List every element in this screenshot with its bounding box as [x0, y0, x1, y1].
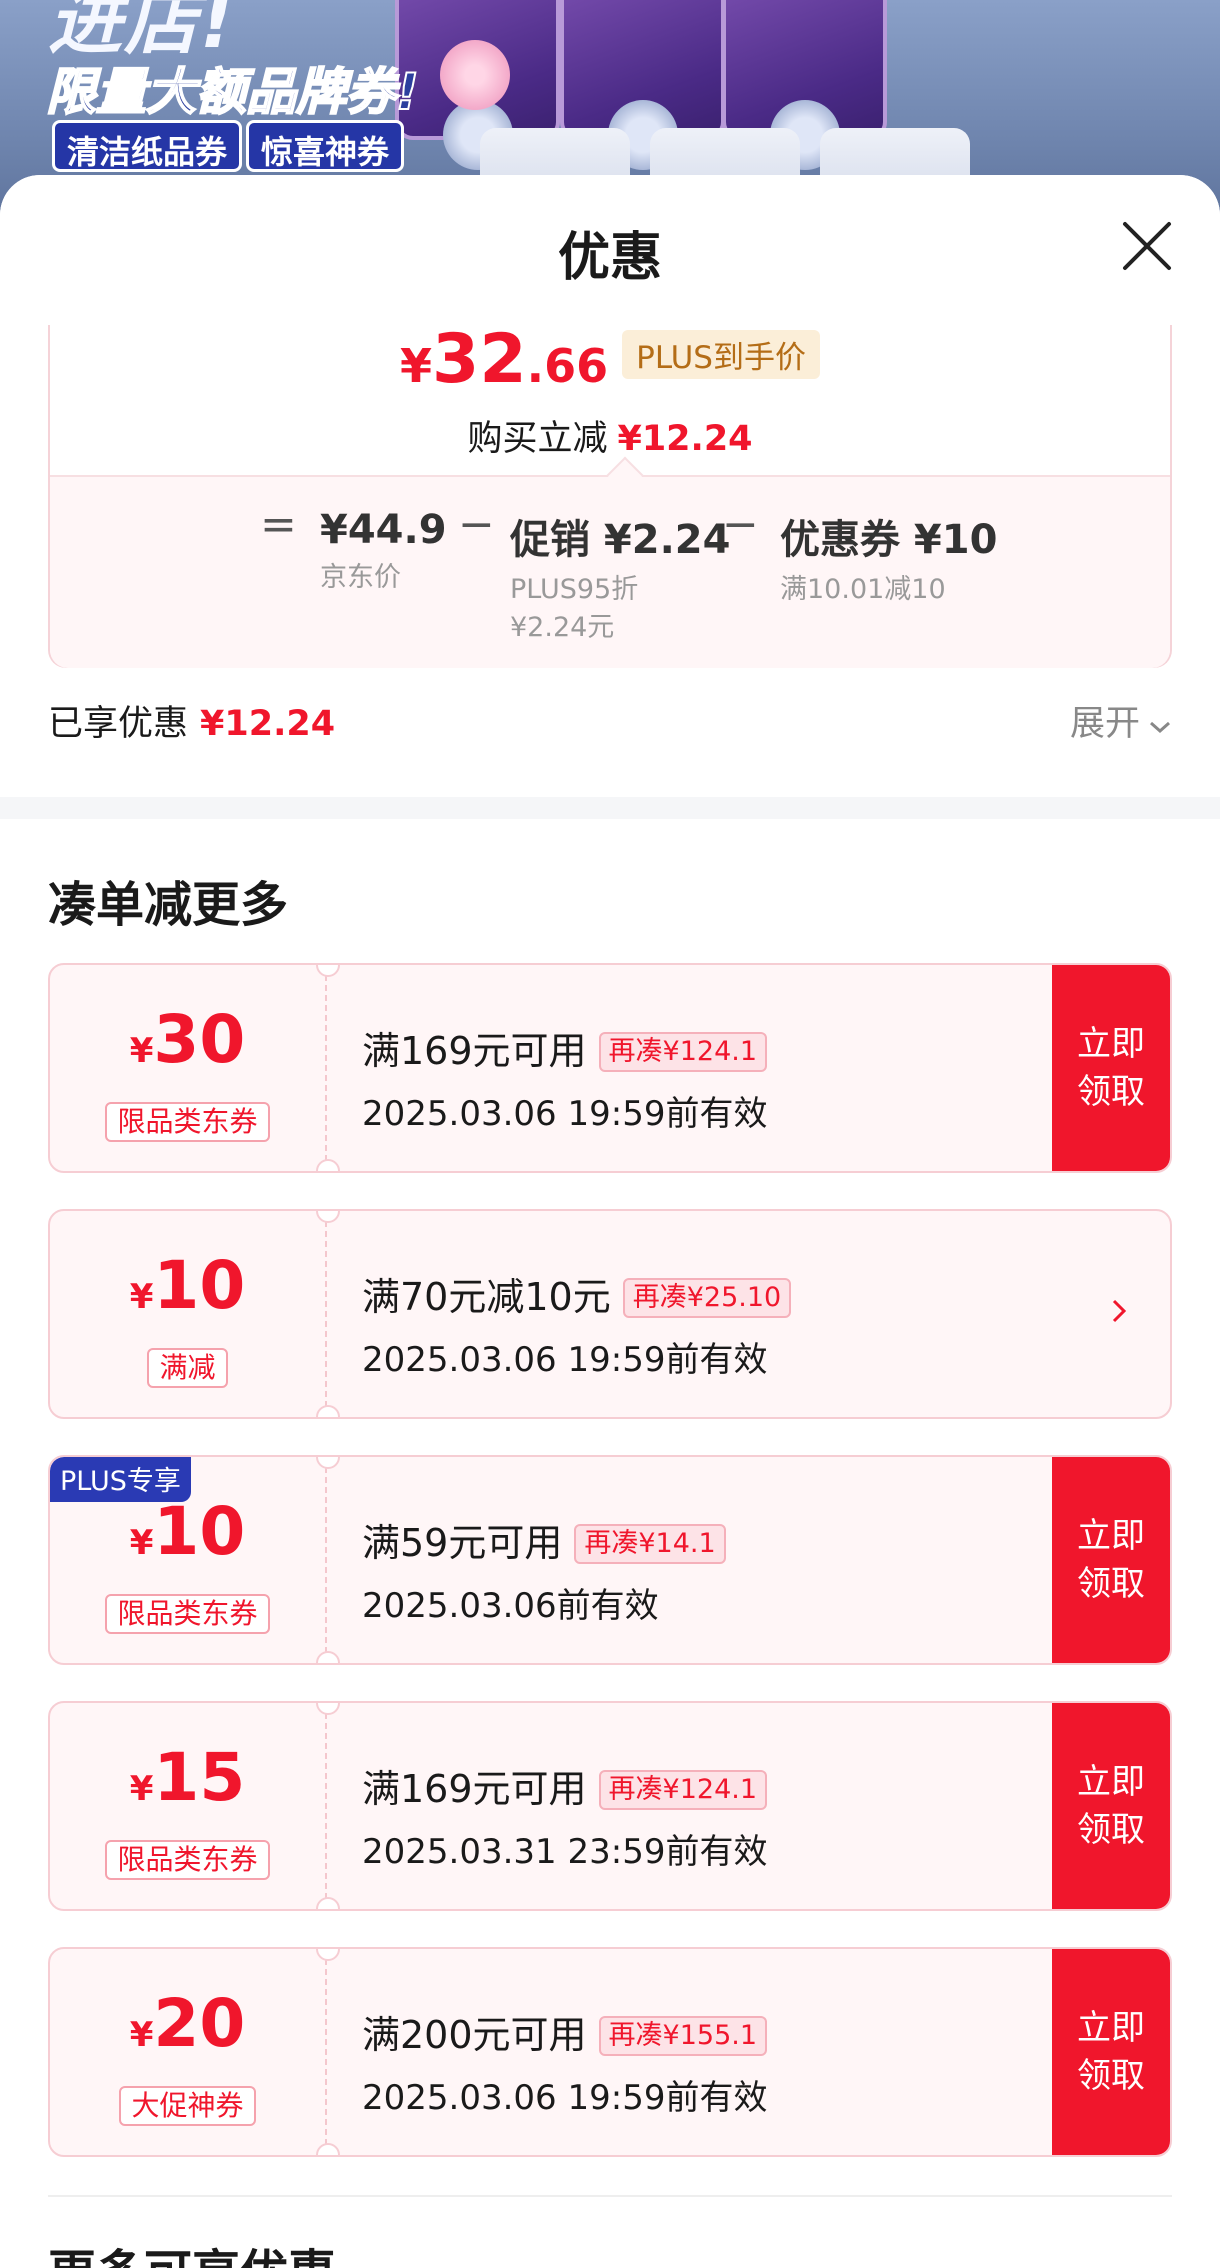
banner-tag: 惊喜神券 — [246, 120, 405, 172]
banner-tag: 清洁纸品券 — [52, 120, 243, 172]
reduce-label: 购买立减 — [467, 419, 608, 459]
coupon-card[interactable]: ¥10 满减 满70元减10元 再凑¥25.10 2025.03.06 19:59… — [48, 1209, 1172, 1419]
expand-button[interactable]: 展开 — [1070, 695, 1172, 746]
coupon-card: ¥30 限品类东券 满169元可用 再凑¥124.1 2025.03.06 19:… — [48, 963, 1172, 1173]
equals-sign: = — [260, 499, 297, 550]
coupon-type-tag: 限品类东券 — [105, 1594, 270, 1634]
price-breakdown-card: ¥32.66 PLUS到手价 购买立减 ¥12.24 = ¥44.9 京东价 − … — [48, 320, 1172, 668]
coupon-details: 满200元可用 再凑¥155.1 2025.03.06 19:59前有效 — [362, 2004, 767, 2119]
need-more-tag: 再凑¥14.1 — [574, 1524, 726, 1564]
final-price-row: ¥32.66 PLUS到手价 — [50, 320, 1170, 399]
discount-sheet: 优惠 ¥32.66 PLUS到手价 购买立减 ¥12.24 = ¥44.9 京东价 — [0, 175, 1220, 2268]
need-more-tag: 再凑¥155.1 — [598, 2016, 768, 2056]
price-calculation: = ¥44.9 京东价 − 促销 ¥2.24 PLUS95折 ¥2.24元 − … — [50, 456, 1170, 668]
minus-sign: − — [722, 499, 759, 550]
need-more-tag: 再凑¥124.1 — [598, 1770, 768, 1810]
coupon-item: 优惠券 ¥10 满10.01减10 — [780, 517, 998, 605]
banner-subline: 限量大额品牌券! — [45, 62, 420, 122]
coupon-card: ¥20 大促神券 满200元可用 再凑¥155.1 2025.03.06 19:5… — [48, 1947, 1172, 2157]
close-icon[interactable] — [1122, 221, 1172, 271]
coupon-condition: 满70元减10元 — [362, 1275, 611, 1319]
coupon-card: PLUS专享 ¥10 限品类东券 满59元可用 再凑¥14.1 2025.03.0… — [48, 1455, 1172, 1665]
coupon-value: ¥20 大促神券 — [50, 1949, 325, 2155]
coupon-validity: 2025.03.06 19:59前有效 — [362, 1340, 768, 1380]
section-divider — [0, 797, 1220, 819]
chevron-down-icon — [1148, 704, 1172, 744]
flower-decoration — [440, 40, 510, 110]
coupon-type-tag: 大促神券 — [119, 2086, 256, 2126]
coupon-validity: 2025.03.06前有效 — [362, 1586, 659, 1626]
coupon-validity: 2025.03.06 19:59前有效 — [362, 1094, 768, 1134]
coupon-value: ¥30 限品类东券 — [50, 965, 325, 1171]
coupon-condition: 满59元可用 — [362, 1521, 563, 1565]
claim-button[interactable]: 立即 领取 — [1052, 1703, 1170, 1909]
product-image — [560, 0, 725, 170]
need-more-tag: 再凑¥124.1 — [598, 1032, 768, 1072]
product-image — [722, 0, 887, 170]
coupon-type-tag: 限品类东券 — [105, 1102, 270, 1142]
reduce-amount: ¥12.24 — [617, 419, 753, 459]
coupon-card: ¥15 限品类东券 满169元可用 再凑¥124.1 2025.03.31 23:… — [48, 1701, 1172, 1911]
need-more-tag: 再凑¥25.10 — [622, 1278, 792, 1318]
divider — [48, 2195, 1172, 2197]
section-title: 凑单减更多 — [48, 877, 289, 933]
sheet-header: 优惠 — [0, 175, 1220, 325]
claim-button[interactable]: 立即 领取 — [1052, 1457, 1170, 1663]
coupon-details: 满169元可用 再凑¥124.1 2025.03.06 19:59前有效 — [362, 1020, 767, 1135]
purchase-reduction: 购买立减 ¥12.24 — [50, 410, 1170, 461]
sheet-title: 优惠 — [557, 228, 662, 288]
coupon-condition: 满200元可用 — [362, 2013, 587, 2057]
coupon-condition: 满169元可用 — [362, 1029, 587, 1073]
more-discounts-title: 更多可享优惠 — [48, 2233, 336, 2268]
enjoyed-discount-row: 已享优惠 ¥12.24 展开 — [48, 695, 1172, 745]
claim-button[interactable]: 立即 领取 — [1052, 965, 1170, 1171]
claim-button[interactable]: 立即 领取 — [1052, 1949, 1170, 2155]
plus-price-tag: PLUS到手价 — [622, 330, 820, 379]
coupon-validity: 2025.03.31 23:59前有效 — [362, 1832, 768, 1872]
coupon-value: ¥10 限品类东券 — [50, 1457, 325, 1663]
coupon-value: ¥15 限品类东券 — [50, 1703, 325, 1909]
coupon-value: ¥10 满减 — [50, 1211, 325, 1417]
coupon-type-tag: 限品类东券 — [105, 1840, 270, 1880]
chevron-right-icon[interactable] — [1104, 1291, 1134, 1331]
coupon-validity: 2025.03.06 19:59前有效 — [362, 2078, 768, 2118]
coupon-details: 满169元可用 再凑¥124.1 2025.03.31 23:59前有效 — [362, 1758, 767, 1873]
base-price-item: ¥44.9 京东价 — [320, 507, 447, 593]
promo-item: 促销 ¥2.24 PLUS95折 ¥2.24元 — [510, 517, 731, 643]
enjoyed-amount: ¥12.24 — [200, 704, 336, 744]
minus-sign: − — [458, 499, 495, 550]
coupon-details: 满59元可用 再凑¥14.1 2025.03.06前有效 — [362, 1512, 726, 1627]
enjoyed-label: 已享优惠 — [48, 704, 189, 744]
coupon-condition: 满169元可用 — [362, 1767, 587, 1811]
coupon-details: 满70元减10元 再凑¥25.10 2025.03.06 19:59前有效 — [362, 1266, 792, 1381]
final-price: ¥32.66 — [400, 320, 609, 399]
coupon-type-tag: 满减 — [147, 1348, 228, 1388]
